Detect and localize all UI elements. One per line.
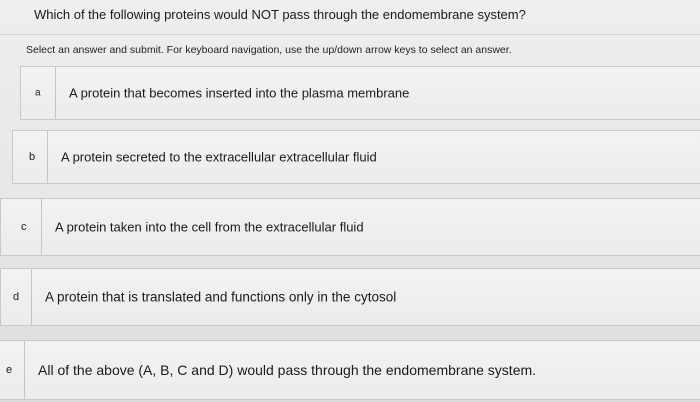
option-text: A protein that becomes inserted into the… — [69, 85, 410, 101]
option-text: All of the above (A, B, C and D) would p… — [38, 362, 537, 378]
option-divider — [47, 131, 48, 183]
option-divider — [41, 199, 42, 255]
question-text: Which of the following proteins would NO… — [34, 7, 526, 22]
option-divider — [55, 67, 56, 119]
answer-option-a[interactable]: a A protein that becomes inserted into t… — [20, 66, 700, 120]
option-text: A protein that is translated and functio… — [45, 289, 397, 305]
option-text: A protein taken into the cell from the e… — [55, 219, 364, 235]
answer-option-d[interactable]: d A protein that is translated and funct… — [0, 268, 700, 326]
option-letter: b — [29, 151, 36, 163]
option-letter: d — [13, 291, 20, 303]
option-divider — [31, 269, 32, 325]
answer-option-c[interactable]: c A protein taken into the cell from the… — [0, 198, 700, 256]
option-letter: a — [35, 87, 41, 99]
option-letter: e — [6, 364, 13, 376]
instructions-text: Select an answer and submit. For keyboar… — [26, 44, 512, 56]
answer-option-b[interactable]: b A protein secreted to the extracellula… — [12, 130, 700, 184]
option-text: A protein secreted to the extracellular … — [61, 149, 377, 165]
option-letter: c — [21, 221, 27, 233]
answer-option-e[interactable]: e All of the above (A, B, C and D) would… — [0, 340, 700, 400]
option-divider — [24, 341, 25, 399]
divider — [0, 34, 700, 35]
